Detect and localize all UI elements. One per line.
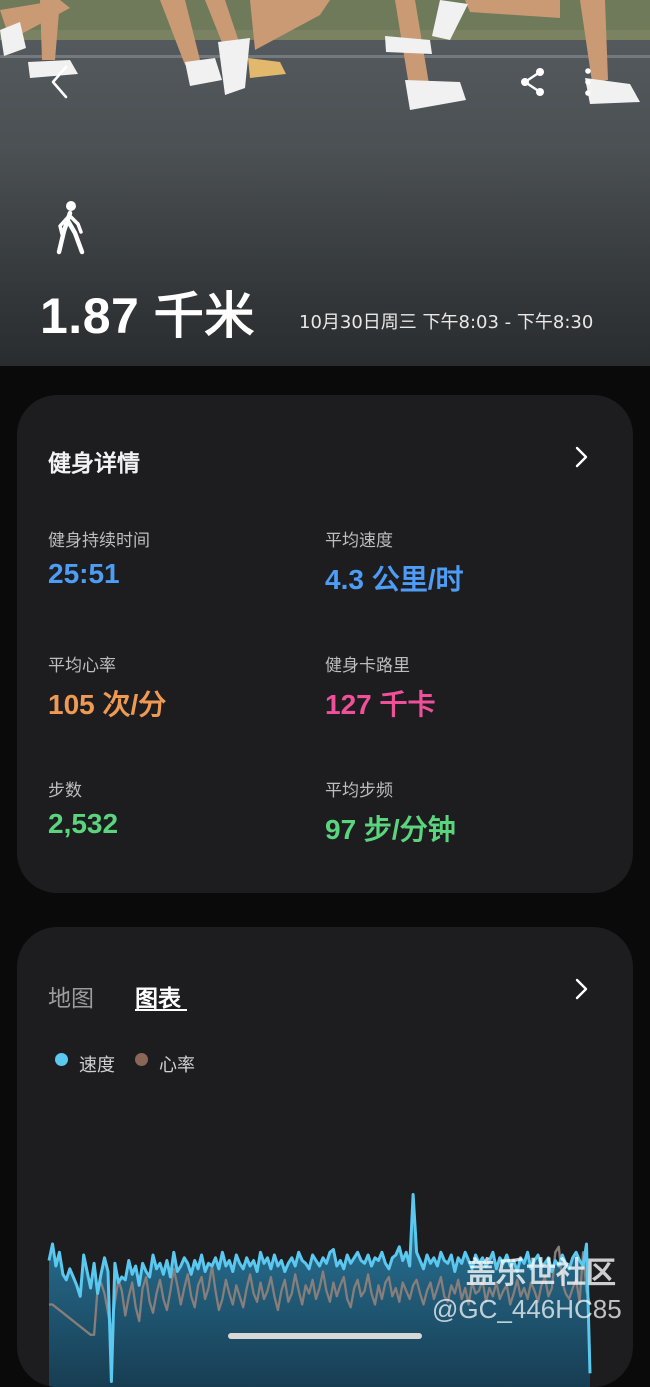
calories-value: 127 千卡 [325, 683, 436, 723]
walking-icon [50, 200, 90, 256]
workout-distance: 1.87 千米 [40, 276, 255, 348]
active-tab-indicator [135, 1009, 187, 1011]
chevron-right-icon[interactable] [569, 977, 593, 1001]
calories-label: 健身卡路里 [325, 651, 410, 676]
avg-speed-label: 平均速度 [325, 526, 393, 551]
chevron-left-icon [48, 64, 72, 100]
tab-map[interactable]: 地图 [48, 979, 94, 1013]
more-options-button[interactable] [566, 60, 610, 104]
card-title: 健身详情 [48, 444, 140, 478]
share-button[interactable] [511, 60, 555, 104]
watermark-user-id: @GC_446HC85 [432, 1294, 622, 1325]
back-button[interactable] [38, 60, 82, 104]
workout-details-card[interactable]: 健身详情 健身持续时间 25:51 平均速度 4.3 公里/时 平均心率 105… [17, 395, 633, 893]
legend-label-heart-rate: 心率 [159, 1051, 195, 1077]
avg-heart-rate-label: 平均心率 [48, 651, 116, 676]
steps-value: 2,532 [48, 808, 118, 840]
legend-label-speed: 速度 [79, 1051, 115, 1077]
duration-label: 健身持续时间 [48, 526, 150, 551]
legend-dot-speed [55, 1053, 68, 1066]
avg-speed-value: 4.3 公里/时 [325, 558, 463, 598]
workout-date-range: 10月30日周三 下午8:03 - 下午8:30 [299, 308, 593, 334]
avg-cadence-value: 97 步/分钟 [325, 808, 456, 848]
avg-cadence-label: 平均步频 [325, 776, 393, 801]
avg-heart-rate-value: 105 次/分 [48, 683, 166, 723]
more-vertical-icon [583, 67, 593, 97]
legend-dot-heart-rate [135, 1053, 148, 1066]
home-indicator[interactable] [228, 1333, 422, 1339]
tab-chart[interactable]: 图表 [135, 979, 181, 1013]
chevron-right-icon[interactable] [569, 445, 593, 469]
watermark-community: 盖乐世社区 [466, 1248, 616, 1292]
hero-banner: 1.87 千米 10月30日周三 下午8:03 - 下午8:30 [0, 0, 650, 366]
duration-value: 25:51 [48, 558, 120, 590]
share-icon [519, 67, 547, 97]
steps-label: 步数 [48, 776, 82, 801]
